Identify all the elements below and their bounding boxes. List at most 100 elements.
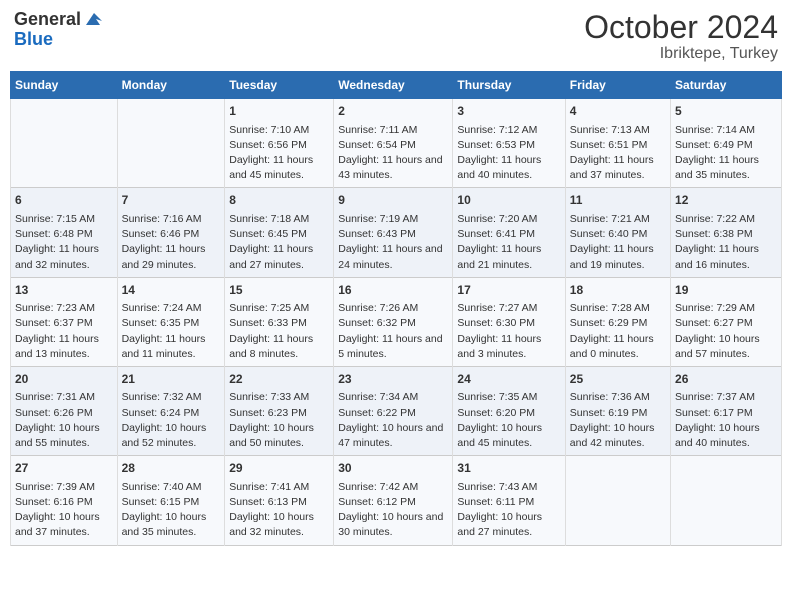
calendar-cell: 4 Sunrise: 7:13 AM Sunset: 6:51 PM Daylig…: [565, 99, 670, 188]
calendar-cell: 5 Sunrise: 7:14 AM Sunset: 6:49 PM Daylig…: [671, 99, 782, 188]
day-number: 6: [15, 192, 113, 209]
calendar-cell: 28Sunrise: 7:40 AM Sunset: 6:15 PM Dayli…: [117, 456, 225, 545]
day-info: Sunrise: 7:21 AM Sunset: 6:40 PM Dayligh…: [570, 212, 666, 273]
day-number: 22: [229, 371, 329, 388]
day-number: 20: [15, 371, 113, 388]
day-number: 15: [229, 282, 329, 299]
day-number: 28: [122, 460, 221, 477]
calendar-cell: 30 Sunrise: 7:42 AM Sunset: 6:12 PM Dayli…: [334, 456, 453, 545]
day-info: Sunrise: 7:34 AM Sunset: 6:22 PM Dayligh…: [338, 390, 448, 451]
calendar-week-row: 13 Sunrise: 7:23 AM Sunset: 6:37 PM Dayli…: [11, 277, 782, 366]
day-number: 29: [229, 460, 329, 477]
calendar-cell: 31Sunrise: 7:43 AM Sunset: 6:11 PM Dayli…: [453, 456, 565, 545]
day-number: 11: [570, 192, 666, 209]
day-number: 8: [229, 192, 329, 209]
day-number: 17: [457, 282, 560, 299]
logo: General Blue: [14, 10, 104, 50]
calendar-cell: 12Sunrise: 7:22 AM Sunset: 6:38 PM Dayli…: [671, 188, 782, 277]
day-info: Sunrise: 7:25 AM Sunset: 6:33 PM Dayligh…: [229, 301, 329, 362]
calendar-cell: 7 Sunrise: 7:16 AM Sunset: 6:46 PM Daylig…: [117, 188, 225, 277]
day-number: 25: [570, 371, 666, 388]
day-info: Sunrise: 7:27 AM Sunset: 6:30 PM Dayligh…: [457, 301, 560, 362]
day-number: 26: [675, 371, 777, 388]
calendar-cell: 23 Sunrise: 7:34 AM Sunset: 6:22 PM Dayli…: [334, 366, 453, 455]
day-info: Sunrise: 7:20 AM Sunset: 6:41 PM Dayligh…: [457, 212, 560, 273]
calendar-week-row: 20Sunrise: 7:31 AM Sunset: 6:26 PM Dayli…: [11, 366, 782, 455]
calendar-cell: 16Sunrise: 7:26 AM Sunset: 6:32 PM Dayli…: [334, 277, 453, 366]
weekday-header-monday: Monday: [117, 72, 225, 99]
day-info: Sunrise: 7:32 AM Sunset: 6:24 PM Dayligh…: [122, 390, 221, 451]
day-info: Sunrise: 7:39 AM Sunset: 6:16 PM Dayligh…: [15, 480, 113, 541]
calendar-table: SundayMondayTuesdayWednesdayThursdayFrid…: [10, 71, 782, 545]
day-number: 13: [15, 282, 113, 299]
day-number: 4: [570, 103, 666, 120]
day-info: Sunrise: 7:28 AM Sunset: 6:29 PM Dayligh…: [570, 301, 666, 362]
day-number: 24: [457, 371, 560, 388]
day-number: 31: [457, 460, 560, 477]
day-number: 10: [457, 192, 560, 209]
logo-general: General: [14, 10, 81, 30]
day-info: Sunrise: 7:23 AM Sunset: 6:37 PM Dayligh…: [15, 301, 113, 362]
calendar-cell: 3Sunrise: 7:12 AM Sunset: 6:53 PM Daylig…: [453, 99, 565, 188]
day-number: 21: [122, 371, 221, 388]
logo-blue: Blue: [14, 30, 104, 50]
calendar-cell: [671, 456, 782, 545]
logo-bird-icon: [82, 11, 104, 29]
calendar-week-row: 1 Sunrise: 7:10 AM Sunset: 6:56 PM Daylig…: [11, 99, 782, 188]
day-number: 30: [338, 460, 448, 477]
day-info: Sunrise: 7:16 AM Sunset: 6:46 PM Dayligh…: [122, 212, 221, 273]
calendar-cell: 10 Sunrise: 7:20 AM Sunset: 6:41 PM Dayli…: [453, 188, 565, 277]
calendar-cell: 25 Sunrise: 7:36 AM Sunset: 6:19 PM Dayli…: [565, 366, 670, 455]
calendar-cell: 20Sunrise: 7:31 AM Sunset: 6:26 PM Dayli…: [11, 366, 118, 455]
weekday-header-row: SundayMondayTuesdayWednesdayThursdayFrid…: [11, 72, 782, 99]
weekday-header-wednesday: Wednesday: [334, 72, 453, 99]
calendar-cell: [117, 99, 225, 188]
day-number: 23: [338, 371, 448, 388]
day-number: 18: [570, 282, 666, 299]
day-number: 5: [675, 103, 777, 120]
day-info: Sunrise: 7:19 AM Sunset: 6:43 PM Dayligh…: [338, 212, 448, 273]
month-title: October 2024: [584, 10, 778, 45]
calendar-header: SundayMondayTuesdayWednesdayThursdayFrid…: [11, 72, 782, 99]
day-info: Sunrise: 7:26 AM Sunset: 6:32 PM Dayligh…: [338, 301, 448, 362]
day-number: 27: [15, 460, 113, 477]
day-info: Sunrise: 7:10 AM Sunset: 6:56 PM Dayligh…: [229, 123, 329, 184]
day-info: Sunrise: 7:41 AM Sunset: 6:13 PM Dayligh…: [229, 480, 329, 541]
calendar-cell: 13 Sunrise: 7:23 AM Sunset: 6:37 PM Dayli…: [11, 277, 118, 366]
day-info: Sunrise: 7:29 AM Sunset: 6:27 PM Dayligh…: [675, 301, 777, 362]
day-info: Sunrise: 7:13 AM Sunset: 6:51 PM Dayligh…: [570, 123, 666, 184]
day-info: Sunrise: 7:12 AM Sunset: 6:53 PM Dayligh…: [457, 123, 560, 184]
day-info: Sunrise: 7:14 AM Sunset: 6:49 PM Dayligh…: [675, 123, 777, 184]
day-number: 2: [338, 103, 448, 120]
calendar-cell: 19 Sunrise: 7:29 AM Sunset: 6:27 PM Dayli…: [671, 277, 782, 366]
calendar-cell: 1 Sunrise: 7:10 AM Sunset: 6:56 PM Daylig…: [225, 99, 334, 188]
day-number: 19: [675, 282, 777, 299]
weekday-header-sunday: Sunday: [11, 72, 118, 99]
weekday-header-saturday: Saturday: [671, 72, 782, 99]
day-info: Sunrise: 7:15 AM Sunset: 6:48 PM Dayligh…: [15, 212, 113, 273]
day-info: Sunrise: 7:42 AM Sunset: 6:12 PM Dayligh…: [338, 480, 448, 541]
calendar-cell: 24 Sunrise: 7:35 AM Sunset: 6:20 PM Dayli…: [453, 366, 565, 455]
calendar-cell: [565, 456, 670, 545]
page-header: General Blue October 2024 Ibriktepe, Tur…: [10, 10, 782, 63]
day-number: 1: [229, 103, 329, 120]
calendar-cell: 18 Sunrise: 7:28 AM Sunset: 6:29 PM Dayli…: [565, 277, 670, 366]
calendar-week-row: 27 Sunrise: 7:39 AM Sunset: 6:16 PM Dayli…: [11, 456, 782, 545]
calendar-cell: 17 Sunrise: 7:27 AM Sunset: 6:30 PM Dayli…: [453, 277, 565, 366]
calendar-cell: 26Sunrise: 7:37 AM Sunset: 6:17 PM Dayli…: [671, 366, 782, 455]
calendar-cell: 22Sunrise: 7:33 AM Sunset: 6:23 PM Dayli…: [225, 366, 334, 455]
calendar-cell: 14Sunrise: 7:24 AM Sunset: 6:35 PM Dayli…: [117, 277, 225, 366]
calendar-cell: 15 Sunrise: 7:25 AM Sunset: 6:33 PM Dayli…: [225, 277, 334, 366]
day-info: Sunrise: 7:35 AM Sunset: 6:20 PM Dayligh…: [457, 390, 560, 451]
calendar-cell: 29 Sunrise: 7:41 AM Sunset: 6:13 PM Dayli…: [225, 456, 334, 545]
calendar-cell: 11 Sunrise: 7:21 AM Sunset: 6:40 PM Dayli…: [565, 188, 670, 277]
day-info: Sunrise: 7:24 AM Sunset: 6:35 PM Dayligh…: [122, 301, 221, 362]
day-info: Sunrise: 7:36 AM Sunset: 6:19 PM Dayligh…: [570, 390, 666, 451]
weekday-header-friday: Friday: [565, 72, 670, 99]
day-info: Sunrise: 7:11 AM Sunset: 6:54 PM Dayligh…: [338, 123, 448, 184]
calendar-cell: [11, 99, 118, 188]
weekday-header-tuesday: Tuesday: [225, 72, 334, 99]
calendar-cell: 2 Sunrise: 7:11 AM Sunset: 6:54 PM Daylig…: [334, 99, 453, 188]
calendar-week-row: 6 Sunrise: 7:15 AM Sunset: 6:48 PM Daylig…: [11, 188, 782, 277]
day-number: 7: [122, 192, 221, 209]
